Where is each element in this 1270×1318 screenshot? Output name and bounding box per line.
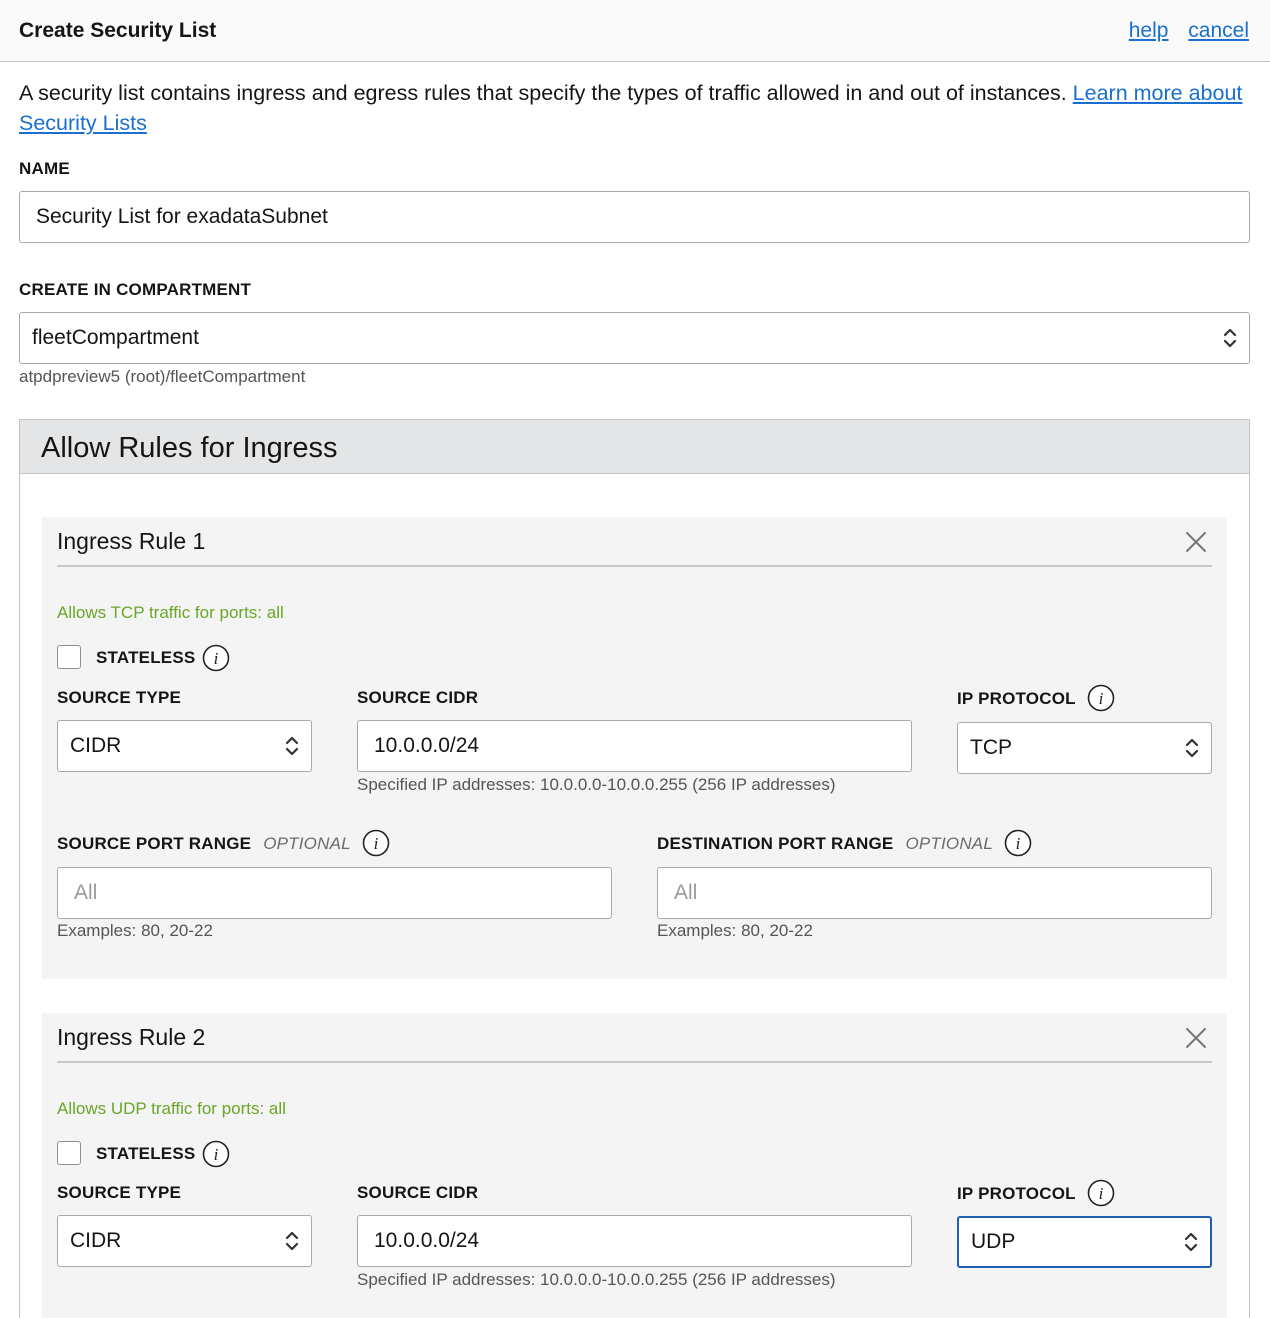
svg-text:i: i — [214, 1145, 219, 1164]
source-cidr-input[interactable] — [357, 1215, 912, 1267]
ip-protocol-label: IP PROTOCOL — [957, 1184, 1076, 1203]
source-type-select[interactable]: CIDR — [57, 720, 312, 772]
destination-port-range-input[interactable] — [657, 867, 1212, 919]
compartment-label: CREATE IN COMPARTMENT — [19, 280, 252, 299]
close-icon[interactable] — [1185, 1027, 1207, 1049]
ip-protocol-select[interactable]: TCP — [957, 722, 1212, 774]
source-port-hint: Examples: 80, 20-22 — [57, 921, 213, 940]
rule-summary: Allows UDP traffic for ports: all — [57, 1099, 286, 1118]
header-links: help cancel — [1115, 19, 1249, 43]
svg-text:i: i — [1099, 689, 1104, 708]
name-label: NAME — [19, 159, 70, 178]
ip-protocol-select[interactable]: UDP — [957, 1216, 1212, 1268]
rule-divider — [57, 565, 1212, 567]
destination-port-range-label: DESTINATION PORT RANGE OPTIONAL — [657, 834, 993, 854]
svg-text:i: i — [1099, 1184, 1104, 1203]
svg-text:i: i — [214, 649, 219, 668]
stateless-checkbox[interactable] — [57, 645, 81, 669]
chevron-updown-icon — [1184, 1232, 1198, 1252]
ingress-rules-panel: Allow Rules for Ingress Ingress Rule 1 A… — [19, 419, 1250, 1318]
info-icon[interactable]: i — [1004, 829, 1032, 857]
source-port-range-label: SOURCE PORT RANGE OPTIONAL — [57, 834, 351, 854]
info-icon[interactable]: i — [202, 644, 230, 672]
source-cidr-label: SOURCE CIDR — [357, 688, 479, 707]
intro-text: A security list contains ingress and egr… — [19, 78, 1249, 138]
cidr-hint: Specified IP addresses: 10.0.0.0-10.0.0.… — [357, 775, 836, 794]
chevron-updown-icon — [1223, 328, 1237, 348]
compartment-path: atpdpreview5 (root)/fleetCompartment — [19, 367, 306, 386]
destination-port-range-text: DESTINATION PORT RANGE — [657, 834, 894, 853]
create-security-list-dialog: Create Security List help cancel A secur… — [0, 0, 1270, 1318]
source-port-range-input[interactable] — [57, 867, 612, 919]
source-port-range-text: SOURCE PORT RANGE — [57, 834, 252, 853]
close-icon[interactable] — [1185, 531, 1207, 553]
name-input[interactable] — [19, 191, 1250, 243]
source-type-select[interactable]: CIDR — [57, 1215, 312, 1267]
info-icon[interactable]: i — [1087, 1179, 1115, 1207]
stateless-label: STATELESS — [96, 1144, 196, 1163]
ingress-panel-title: Allow Rules for Ingress — [41, 432, 338, 464]
ingress-panel-header: Allow Rules for Ingress — [20, 420, 1249, 474]
info-icon[interactable]: i — [202, 1140, 230, 1168]
chevron-updown-icon — [1185, 738, 1199, 758]
compartment-select[interactable]: fleetCompartment — [19, 312, 1250, 364]
source-type-label: SOURCE TYPE — [57, 688, 182, 707]
optional-tag: OPTIONAL — [905, 834, 994, 853]
ip-protocol-value: TCP — [970, 736, 1012, 759]
compartment-value: fleetCompartment — [32, 326, 199, 349]
dialog-header: Create Security List help cancel — [0, 0, 1270, 62]
rule-title: Ingress Rule 2 — [57, 1024, 206, 1050]
cidr-hint: Specified IP addresses: 10.0.0.0-10.0.0.… — [357, 1270, 836, 1289]
source-type-value: CIDR — [70, 734, 122, 757]
stateless-label: STATELESS — [96, 648, 196, 667]
rule-summary: Allows TCP traffic for ports: all — [57, 603, 284, 622]
rule-divider — [57, 1061, 1212, 1063]
help-link[interactable]: help — [1129, 19, 1169, 42]
source-cidr-input[interactable] — [357, 720, 912, 772]
svg-text:i: i — [1016, 834, 1021, 853]
ip-protocol-value: UDP — [971, 1230, 1016, 1253]
source-type-value: CIDR — [70, 1229, 122, 1252]
cancel-link[interactable]: cancel — [1188, 19, 1249, 42]
ip-protocol-label: IP PROTOCOL — [957, 689, 1076, 708]
info-icon[interactable]: i — [362, 829, 390, 857]
svg-text:i: i — [374, 834, 379, 853]
chevron-updown-icon — [285, 1231, 299, 1251]
info-icon[interactable]: i — [1087, 684, 1115, 712]
rule-title: Ingress Rule 1 — [57, 528, 206, 554]
optional-tag: OPTIONAL — [263, 834, 351, 853]
ingress-rule-1: Ingress Rule 1 Allows TCP traffic for po… — [42, 517, 1227, 979]
chevron-updown-icon — [285, 736, 299, 756]
source-cidr-label: SOURCE CIDR — [357, 1183, 479, 1202]
ingress-rule-2: Ingress Rule 2 Allows UDP traffic for po… — [42, 1013, 1227, 1318]
destination-port-hint: Examples: 80, 20-22 — [657, 921, 813, 940]
source-type-label: SOURCE TYPE — [57, 1183, 182, 1202]
intro-description: A security list contains ingress and egr… — [19, 81, 1073, 105]
stateless-checkbox[interactable] — [57, 1141, 81, 1165]
dialog-title: Create Security List — [19, 19, 217, 42]
